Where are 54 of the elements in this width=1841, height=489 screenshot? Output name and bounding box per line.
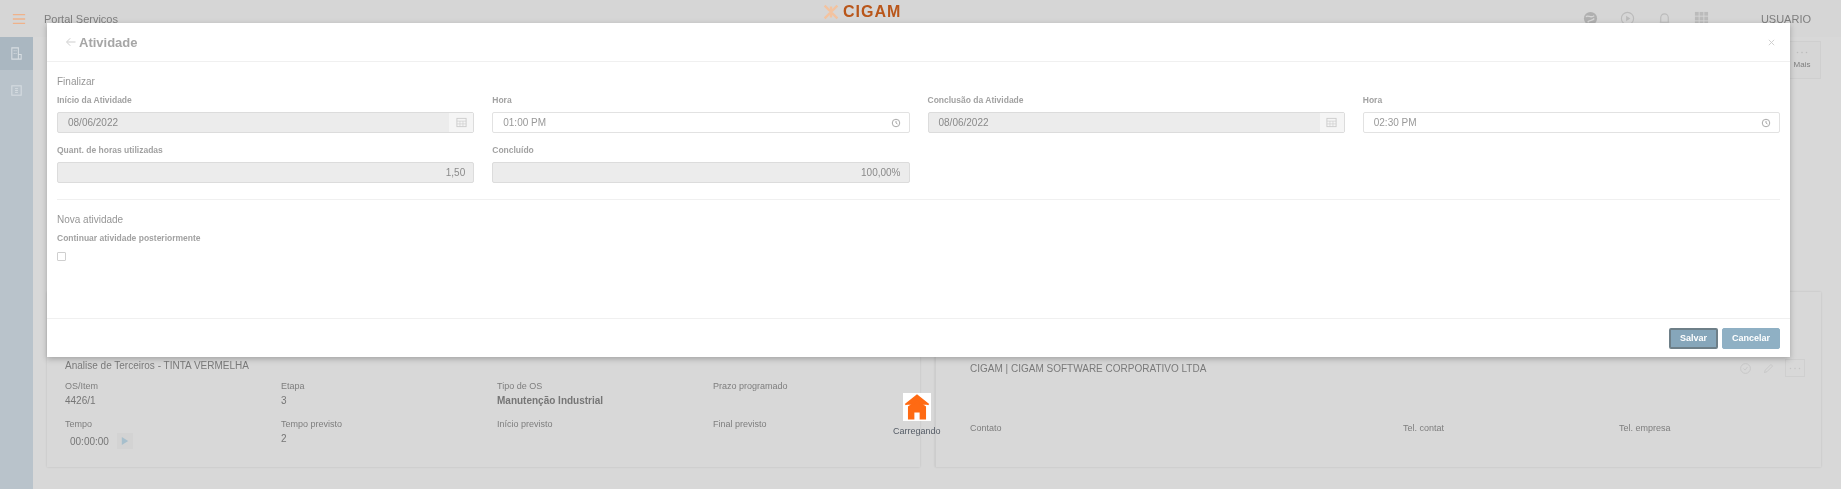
field-value: 2 bbox=[281, 433, 288, 444]
field-label: Prazo programado bbox=[713, 381, 789, 391]
app-title: Portal Serviços bbox=[44, 12, 118, 25]
clock-icon[interactable] bbox=[1761, 117, 1771, 128]
field-value: 3 bbox=[281, 395, 288, 406]
field-label: Contato bbox=[970, 423, 1003, 433]
play-icon bbox=[120, 436, 129, 446]
logo-text: CIGAM bbox=[843, 3, 902, 21]
back-arrow-icon[interactable] bbox=[65, 36, 77, 48]
time-field[interactable]: 01:00 PM bbox=[492, 112, 910, 133]
sidebar-item[interactable] bbox=[0, 37, 33, 70]
field-label: Tel. empresa bbox=[1619, 423, 1672, 433]
play-button[interactable] bbox=[116, 433, 133, 449]
loading-label: Carregando bbox=[893, 426, 941, 436]
field-label: Tel. contat bbox=[1403, 423, 1446, 433]
field-label: OS/Item bbox=[65, 381, 99, 391]
field-label: Etapa bbox=[281, 381, 306, 391]
cancel-button[interactable]: Cancelar bbox=[1721, 327, 1780, 349]
save-button[interactable]: Salvar bbox=[1668, 327, 1718, 349]
section-heading: Nova atividade bbox=[57, 214, 125, 225]
time-field[interactable]: 02:30 PM bbox=[1362, 112, 1780, 133]
card-title: Analise de Terceiros - TINTA VERMELHA bbox=[65, 360, 249, 371]
card-title: CIGAM | CIGAM SOFTWARE CORPORATIVO LTDA bbox=[970, 362, 1207, 374]
logo-icon bbox=[823, 4, 839, 20]
user-name[interactable]: USUARIO bbox=[1760, 12, 1811, 25]
building-icon bbox=[9, 46, 24, 61]
dialog-title: Atividade bbox=[79, 34, 138, 50]
more-label: Mais bbox=[1793, 60, 1811, 69]
pencil-icon[interactable] bbox=[1762, 361, 1775, 375]
check-circle-icon[interactable] bbox=[1739, 361, 1752, 375]
field-label: Início previsto bbox=[497, 419, 554, 429]
timer-value: 00:00:00 bbox=[70, 435, 109, 447]
checkbox[interactable] bbox=[57, 252, 66, 261]
section-heading: Finalizar bbox=[57, 76, 96, 87]
field-label: Tempo bbox=[65, 419, 93, 429]
field-label: Concluído bbox=[492, 145, 535, 155]
field-label: Tempo previsto bbox=[281, 419, 344, 429]
play-icon[interactable] bbox=[1619, 11, 1635, 26]
field-value: 4426/1 bbox=[65, 395, 97, 406]
field-label: Hora bbox=[492, 95, 513, 105]
field-label: Final previsto bbox=[713, 419, 768, 429]
checkbox-label: Continuar atividade posteriormente bbox=[57, 233, 201, 243]
close-icon[interactable] bbox=[1767, 37, 1776, 47]
menu-icon[interactable] bbox=[12, 12, 26, 25]
document-icon bbox=[9, 83, 24, 98]
more-button[interactable] bbox=[1785, 359, 1805, 377]
field-value: Manutenção Industrial bbox=[497, 395, 605, 406]
field-label: Início da Atividade bbox=[57, 95, 133, 105]
field-label: Quant. de horas utilizadas bbox=[57, 145, 164, 155]
field-label: Conclusão da Atividade bbox=[927, 95, 1025, 105]
clock-icon[interactable] bbox=[890, 117, 901, 128]
field-label: Tipo de OS bbox=[497, 381, 544, 391]
field-label: Hora bbox=[1362, 95, 1384, 105]
loading-icon bbox=[902, 393, 931, 421]
